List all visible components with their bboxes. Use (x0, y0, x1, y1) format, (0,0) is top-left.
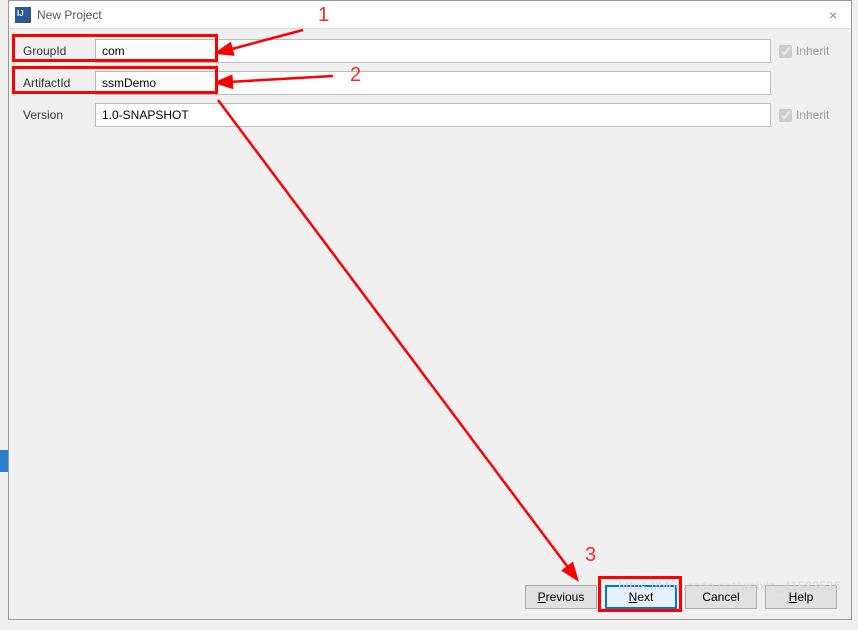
version-inherit[interactable]: Inherit (779, 108, 837, 122)
close-icon[interactable]: × (821, 5, 845, 25)
version-label: Version (23, 108, 87, 122)
groupid-row: GroupId Inherit (23, 39, 837, 63)
window-title: New Project (37, 8, 821, 22)
groupid-inherit-label: Inherit (796, 44, 829, 58)
version-inherit-checkbox (779, 109, 792, 122)
dialog-content: GroupId Inherit ArtifactId Version Inher… (9, 29, 851, 145)
groupid-label: GroupId (23, 44, 87, 58)
version-inherit-label: Inherit (796, 108, 829, 122)
new-project-dialog: New Project × GroupId Inherit ArtifactId… (8, 0, 852, 620)
titlebar: New Project × (9, 1, 851, 29)
version-row: Version Inherit (23, 103, 837, 127)
intellij-icon (15, 7, 31, 23)
groupid-inherit[interactable]: Inherit (779, 44, 837, 58)
artifactid-input[interactable] (95, 71, 771, 95)
groupid-inherit-checkbox (779, 45, 792, 58)
artifactid-row: ArtifactId (23, 71, 837, 95)
watermark-text: https://blog.csdn.net/weixin_41583536 (618, 579, 841, 593)
groupid-input[interactable] (95, 39, 771, 63)
background-strip (0, 450, 8, 472)
previous-button[interactable]: Previous (525, 585, 597, 609)
version-input[interactable] (95, 103, 771, 127)
artifactid-label: ArtifactId (23, 76, 87, 90)
